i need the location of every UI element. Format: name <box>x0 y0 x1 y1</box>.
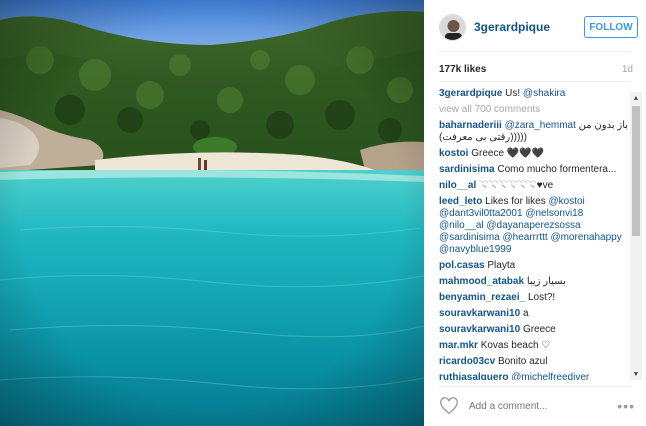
footer-divider <box>439 386 631 387</box>
comment-item: kostoi Greece 🖤🖤🖤 <box>439 148 629 160</box>
comment-text: a <box>522 308 529 319</box>
add-comment-input[interactable] <box>469 400 618 412</box>
likes-divider <box>439 81 631 82</box>
comment-item: pol.casas Playta <box>439 260 629 272</box>
comment-item: mahmood_atabak بسیار زیبا <box>439 276 629 288</box>
comment-text: Como mucho formentera... <box>497 164 617 175</box>
more-options-icon[interactable]: ••• <box>617 399 635 413</box>
scrollbar-thumb[interactable] <box>632 106 640 236</box>
likes-count[interactable]: 177k likes <box>439 64 486 75</box>
comment-username[interactable]: benyamin_rezaei_ <box>439 292 525 303</box>
comment-username[interactable]: leed_leto <box>439 196 482 207</box>
comment-text: Likes for likes <box>485 196 549 207</box>
post-header: 3gerardpique FOLLOW <box>439 10 641 44</box>
comment-username[interactable]: baharnaderiii <box>439 120 502 131</box>
caption-mention[interactable]: @shakira <box>523 88 565 99</box>
arrow-up-icon[interactable]: ▲ <box>630 92 642 104</box>
avatar[interactable] <box>439 13 466 41</box>
comment-username[interactable]: kostoi <box>439 148 468 159</box>
caption: 3gerardpique Us! @shakira <box>439 88 629 100</box>
beach-photo <box>0 0 424 426</box>
comment-item: leed_leto Likes for likes @kostoi @dant3… <box>439 196 629 256</box>
caption-username[interactable]: 3gerardpique <box>439 88 502 99</box>
comment-item: baharnaderiii @zara_hemmat باز بدون من (… <box>439 120 629 144</box>
comment-username[interactable]: ricardo03cv <box>439 356 495 367</box>
comment-text: Playta <box>487 260 516 271</box>
comment-username[interactable]: ruthiasalguero <box>439 372 508 380</box>
caption-text: Us! <box>505 88 523 99</box>
comment-username[interactable]: souravkarwani10 <box>439 324 520 335</box>
comment-text: Kovas beach ♡ <box>480 340 551 351</box>
add-comment-row: ••• <box>439 395 635 417</box>
comment-text: Bonito azul <box>497 356 548 367</box>
comment-username[interactable]: mahmood_atabak <box>439 276 524 287</box>
comment-username[interactable]: mar.mkr <box>439 340 478 351</box>
comment-item: ricardo03cv Bonito azul <box>439 356 629 368</box>
post-photo[interactable] <box>0 0 424 426</box>
comment-item: sardinisima Como mucho formentera... <box>439 164 629 176</box>
likes-row: 177k likes 1d <box>439 64 633 75</box>
view-all-comments-link[interactable]: view all 700 comments <box>439 104 629 116</box>
profile-picture-icon <box>440 14 465 40</box>
comment-text: بسیار زیبا <box>526 276 566 287</box>
comments-list[interactable]: 3gerardpique Us! @shakira view all 700 c… <box>439 88 629 380</box>
comment-username[interactable]: pol.casas <box>439 260 485 271</box>
post-time[interactable]: 1d <box>622 64 633 75</box>
comment-item: souravkarwani10 a <box>439 308 629 320</box>
comment-username[interactable]: souravkarwani10 <box>439 308 520 319</box>
comment-text: 𓇢𓇢𓇢𓇢𓇢𓇢♥ve <box>479 180 554 191</box>
follow-button[interactable]: FOLLOW <box>584 16 638 38</box>
comment-username[interactable]: nilo__al <box>439 180 476 191</box>
comments-scrollbar[interactable]: ▲ ▼ <box>630 92 642 380</box>
heart-icon[interactable] <box>439 397 459 415</box>
comment-item: nilo__al 𓇢𓇢𓇢𓇢𓇢𓇢♥ve <box>439 180 629 192</box>
comment-item: mar.mkr Kovas beach ♡ <box>439 340 629 352</box>
comment-username[interactable]: sardinisima <box>439 164 495 175</box>
comment-item: souravkarwani10 Greece <box>439 324 629 336</box>
comment-text: Greece 🖤🖤🖤 <box>471 148 545 159</box>
comment-text: Greece <box>522 324 556 335</box>
post-sidebar: 3gerardpique FOLLOW 177k likes 1d 3gerar… <box>424 0 646 426</box>
comment-item: ruthiasalguero @michelfreediver <box>439 372 629 380</box>
post-username[interactable]: 3gerardpique <box>474 20 584 34</box>
arrow-down-icon[interactable]: ▼ <box>630 368 642 380</box>
header-divider <box>439 51 631 52</box>
comment-text: Lost?! <box>527 292 556 303</box>
comment-mention[interactable]: @michelfreediver <box>511 372 589 380</box>
comment-mention[interactable]: @zara_hemmat <box>505 120 576 131</box>
comment-item: benyamin_rezaei_ Lost?! <box>439 292 629 304</box>
